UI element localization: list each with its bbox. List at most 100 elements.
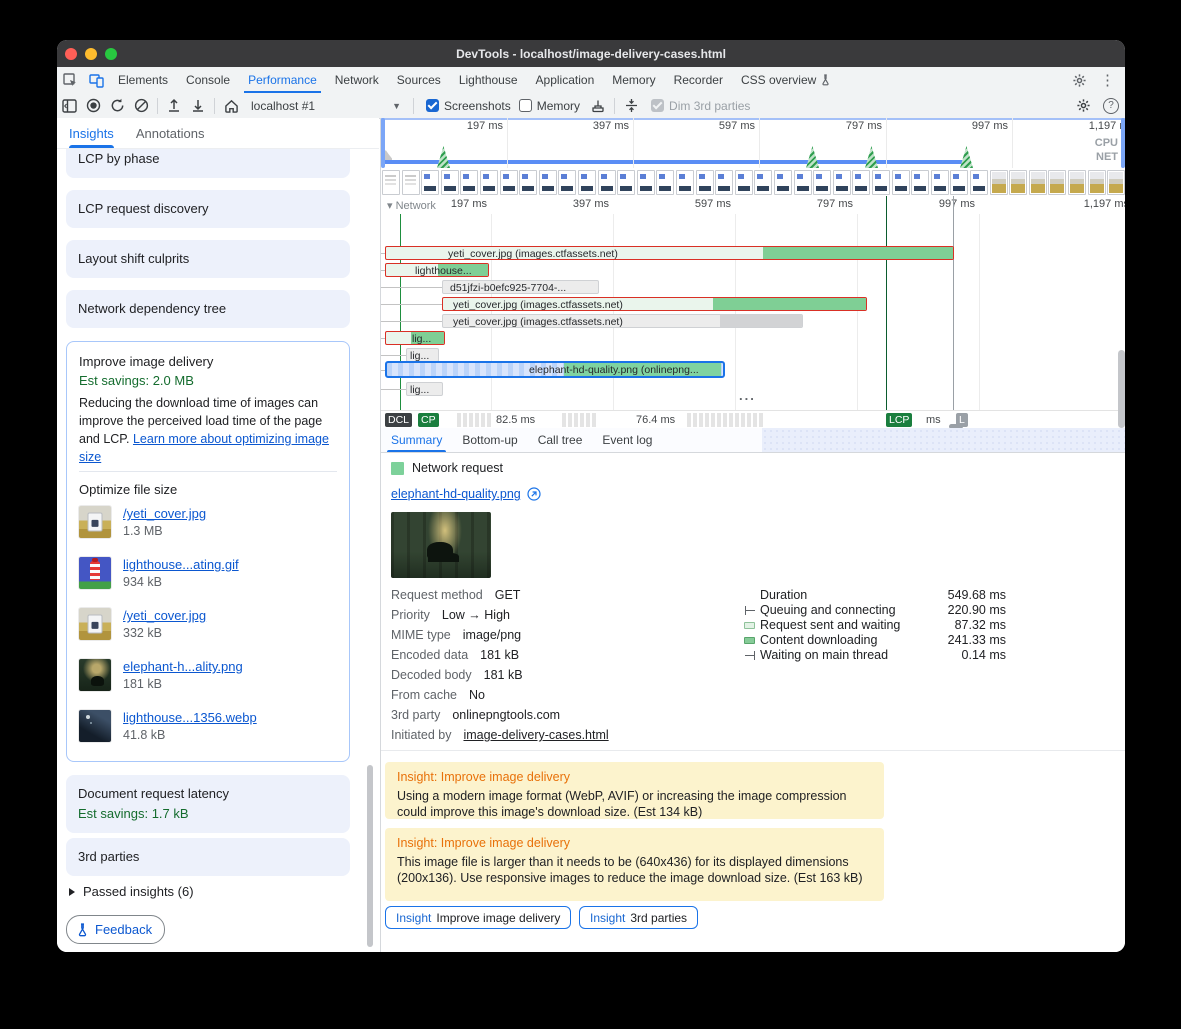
tab-elements[interactable]: Elements [109, 67, 177, 93]
memory-checkbox[interactable] [519, 99, 532, 112]
minimap-left-handle[interactable] [381, 118, 385, 168]
download-profile-icon[interactable] [186, 96, 210, 116]
screenshot-frame[interactable] [402, 170, 420, 195]
screenshot-frame[interactable] [754, 170, 772, 195]
network-track-title[interactable]: ▾ Network [387, 199, 436, 212]
file-link[interactable]: lighthouse...ating.gif [123, 557, 239, 572]
feedback-button[interactable]: Feedback [66, 915, 165, 944]
screenshot-frame[interactable] [892, 170, 910, 195]
screenshot-frame[interactable] [558, 170, 576, 195]
insight-card-lcp-request-discovery[interactable]: LCP request discovery [66, 190, 350, 228]
insight-chip-improve-image-delivery[interactable]: InsightImprove image delivery [385, 906, 571, 929]
screenshot-frame[interactable] [715, 170, 733, 195]
tab-bottom-up[interactable]: Bottom-up [452, 428, 527, 452]
request-file-link[interactable]: elephant-hd-quality.png [391, 487, 521, 501]
help-icon[interactable]: ? [1103, 98, 1119, 114]
zoom-window-button[interactable] [105, 48, 117, 60]
screenshot-frame[interactable] [852, 170, 870, 195]
inspect-element-icon[interactable] [59, 71, 81, 89]
screenshot-frame[interactable] [539, 170, 557, 195]
screenshot-frame[interactable] [676, 170, 694, 195]
screenshot-frame[interactable] [617, 170, 635, 195]
minimap-right-handle[interactable] [1121, 118, 1125, 168]
screenshot-frame[interactable] [382, 170, 400, 195]
tab-insights[interactable]: Insights [69, 118, 114, 148]
screenshot-frame[interactable] [911, 170, 929, 195]
record-icon[interactable] [81, 96, 105, 116]
network-track[interactable]: ▾ Network ... DCLCPLCPL82.5 ms76.4 msms … [381, 196, 1125, 428]
request-bar[interactable]: lighthouse... [385, 263, 489, 277]
file-link[interactable]: lighthouse...1356.webp [123, 710, 257, 725]
toggle-sidebar-icon[interactable] [57, 96, 81, 116]
settings-gear-icon[interactable] [1068, 71, 1090, 89]
tab-event-log[interactable]: Event log [592, 428, 662, 452]
file-link[interactable]: elephant-h...ality.png [123, 659, 243, 674]
screenshot-frame[interactable] [637, 170, 655, 195]
initiator-link[interactable]: image-delivery-cases.html [463, 728, 608, 742]
l-marker-badge[interactable]: L [956, 413, 968, 427]
screenshot-frame[interactable] [1048, 170, 1066, 195]
screenshot-frame[interactable] [970, 170, 988, 195]
screenshot-frame[interactable] [460, 170, 478, 195]
screenshot-frame[interactable] [735, 170, 753, 195]
tab-sources[interactable]: Sources [388, 67, 450, 93]
tab-summary[interactable]: Summary [381, 428, 452, 452]
screenshot-frame[interactable] [833, 170, 851, 195]
screenshot-frame[interactable] [990, 170, 1008, 195]
screenshot-frame[interactable] [872, 170, 890, 195]
screenshot-filmstrip[interactable] [381, 170, 1125, 195]
insight-card-layout-shift-culprits[interactable]: Layout shift culprits [66, 240, 350, 278]
tab-recorder[interactable]: Recorder [665, 67, 732, 93]
screenshot-frame[interactable] [480, 170, 498, 195]
request-bar[interactable]: elephant-hd-quality.png (onlinepng... [385, 361, 725, 378]
screenshot-frame[interactable] [500, 170, 518, 195]
screenshot-frame[interactable] [1068, 170, 1086, 195]
home-icon[interactable] [219, 96, 243, 116]
insight-card-network-dependency-tree[interactable]: Network dependency tree [66, 290, 350, 328]
reload-record-icon[interactable] [105, 96, 129, 116]
file-link[interactable]: /yeti_cover.jpg [123, 506, 206, 521]
close-window-button[interactable] [65, 48, 77, 60]
lcp-marker-badge[interactable]: LCP [886, 413, 912, 427]
tab-performance[interactable]: Performance [239, 67, 326, 93]
request-bar[interactable]: d51jfzi-b0efc925-7704-... [442, 280, 599, 294]
reveal-request-icon[interactable] [527, 487, 541, 501]
screenshot-frame[interactable] [656, 170, 674, 195]
screenshot-frame[interactable] [774, 170, 792, 195]
tab-lighthouse[interactable]: Lighthouse [450, 67, 527, 93]
sidebar-scrollbar[interactable] [367, 765, 373, 947]
tab-css-overview[interactable]: CSS overview [732, 67, 840, 93]
screenshot-frame[interactable] [519, 170, 537, 195]
screenshot-frame[interactable] [578, 170, 596, 195]
request-bar[interactable]: yeti_cover.jpg (images.ctfassets.net) [442, 297, 867, 311]
collapse-tracks-icon[interactable] [619, 96, 643, 116]
file-link[interactable]: /yeti_cover.jpg [123, 608, 206, 623]
clear-icon[interactable] [129, 96, 153, 116]
request-bar[interactable]: lig... [385, 331, 445, 345]
screenshot-frame[interactable] [1107, 170, 1125, 195]
request-bar[interactable]: yeti_cover.jpg (images.ctfassets.net) [385, 246, 954, 260]
screenshot-frame[interactable] [1088, 170, 1106, 195]
screenshot-frame[interactable] [950, 170, 968, 195]
upload-profile-icon[interactable] [162, 96, 186, 116]
gc-brush-icon[interactable] [586, 96, 610, 116]
screenshot-frame[interactable] [794, 170, 812, 195]
timeline-minimap[interactable]: CPU NET 197 ms397 ms597 ms797 ms997 ms1,… [381, 118, 1125, 197]
tab-call-tree[interactable]: Call tree [528, 428, 593, 452]
tab-memory[interactable]: Memory [603, 67, 664, 93]
screenshot-frame[interactable] [1009, 170, 1027, 195]
screenshots-checkbox[interactable] [426, 99, 439, 112]
screenshot-frame[interactable] [696, 170, 714, 195]
tab-annotations[interactable]: Annotations [136, 118, 205, 148]
dcl-marker-badge[interactable]: DCL [385, 413, 412, 427]
minimize-window-button[interactable] [85, 48, 97, 60]
cp-marker-badge[interactable]: CP [418, 413, 439, 427]
screenshot-frame[interactable] [1029, 170, 1047, 195]
insight-card-3rd-parties[interactable]: 3rd parties [66, 838, 350, 876]
screenshot-frame[interactable] [931, 170, 949, 195]
screenshot-frame[interactable] [598, 170, 616, 195]
insight-chip-3rd-parties[interactable]: Insight3rd parties [579, 906, 698, 929]
insight-card-document-request-latency[interactable]: Document request latency Est savings: 1.… [66, 775, 350, 833]
insight-card-improve-image-delivery[interactable]: Improve image delivery Est savings: 2.0 … [66, 341, 350, 762]
device-toolbar-icon[interactable] [85, 71, 107, 89]
